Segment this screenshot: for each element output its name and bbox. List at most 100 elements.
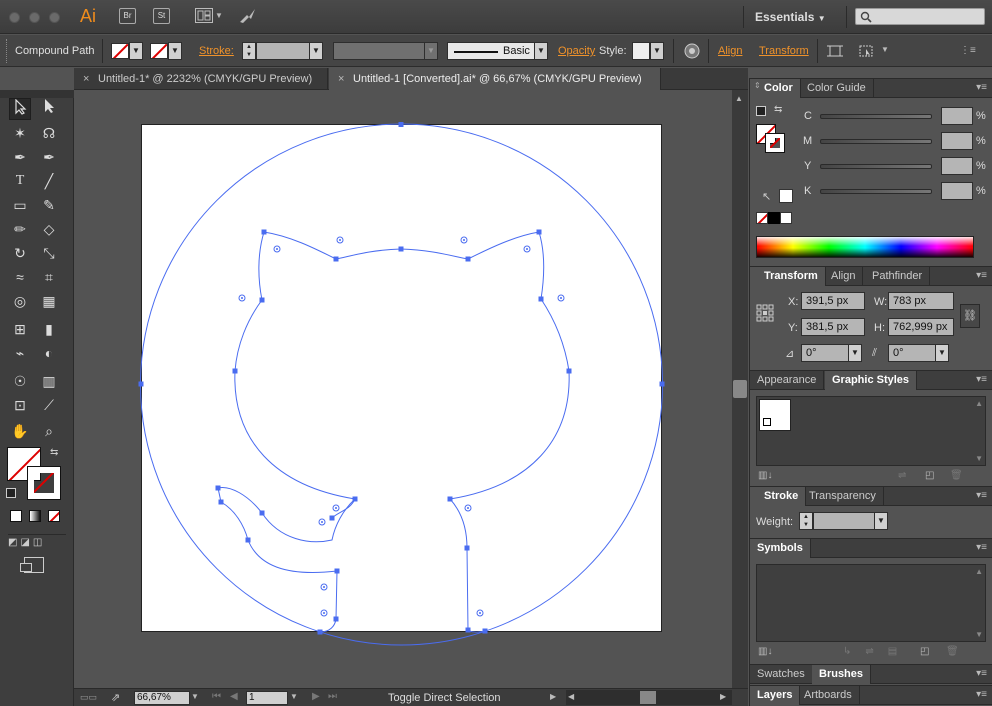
color-spectrum[interactable]: [756, 236, 974, 258]
minimize-window-button[interactable]: [29, 12, 40, 23]
stroke-color-box[interactable]: [27, 466, 61, 500]
blend-tool-icon[interactable]: ◐: [38, 342, 60, 364]
lasso-tool-icon[interactable]: ☊: [38, 122, 60, 144]
white-swatch[interactable]: [780, 212, 792, 224]
status-menu-icon[interactable]: ▶: [550, 692, 556, 701]
tab-artboards[interactable]: Artboards: [797, 686, 860, 705]
stroke-weight-field[interactable]: [256, 42, 310, 60]
shape-builder-tool-icon[interactable]: ◎: [9, 290, 31, 312]
default-fill-stroke-icon[interactable]: [6, 488, 16, 498]
zoom-dropdown-icon[interactable]: ▼: [191, 692, 199, 701]
variable-width-profile[interactable]: [333, 42, 425, 60]
close-icon[interactable]: ×: [338, 68, 344, 90]
break-link-icon[interactable]: ⇌: [898, 470, 906, 481]
y-field[interactable]: 381,5 px: [801, 318, 865, 336]
panel-menu-icon[interactable]: ▾≡: [976, 270, 987, 281]
panel-menu-icon[interactable]: ▾≡: [976, 82, 987, 93]
transform-panel-link[interactable]: Transform: [759, 45, 809, 57]
zoom-field[interactable]: 66,67%: [134, 691, 190, 705]
tab-transform[interactable]: Transform: [750, 267, 826, 286]
cyan-slider[interactable]: [820, 114, 932, 119]
opacity-panel-link[interactable]: Opacity: [558, 45, 595, 57]
mesh-tool-icon[interactable]: ⊞: [9, 318, 31, 340]
panel-menu-icon[interactable]: ▾≡: [976, 668, 987, 679]
column-graph-tool-icon[interactable]: ▥: [38, 370, 60, 392]
color-mode-icon[interactable]: [10, 510, 22, 522]
workspace-switcher[interactable]: Essentials ▼: [755, 10, 826, 24]
yellow-field[interactable]: [941, 157, 973, 175]
selection-tool-icon[interactable]: [9, 98, 31, 120]
rotate-field[interactable]: 0°: [801, 344, 849, 362]
free-transform-tool-icon[interactable]: ⌗: [38, 266, 60, 288]
scroll-thumb[interactable]: [733, 380, 747, 398]
symbol-sprayer-tool-icon[interactable]: ☉: [9, 370, 31, 392]
next-artboard-icon[interactable]: ▶: [312, 691, 320, 702]
black-slider[interactable]: [820, 189, 932, 194]
cyan-field[interactable]: [941, 107, 973, 125]
zoom-window-button[interactable]: [49, 12, 60, 23]
tab-untitled-1-converted[interactable]: × Untitled-1 [Converted].ai* @ 66,67% (C…: [329, 68, 661, 90]
gpu-performance-icon[interactable]: [237, 7, 257, 28]
artboard-dropdown-icon[interactable]: ▼: [290, 692, 298, 701]
panel-menu-icon[interactable]: ▾≡: [976, 374, 987, 385]
draw-mode-icons[interactable]: ◩◪◫: [8, 534, 66, 550]
search-input[interactable]: [855, 8, 985, 25]
variable-width-dropdown[interactable]: ▼: [424, 42, 438, 60]
stroke-dropdown[interactable]: ▼: [168, 42, 182, 60]
graphic-style-swatch[interactable]: [632, 42, 650, 60]
reference-point-icon[interactable]: [756, 304, 774, 325]
close-icon[interactable]: ×: [83, 68, 89, 90]
x-field[interactable]: 391,5 px: [801, 292, 865, 310]
rectangle-tool-icon[interactable]: ▭: [9, 194, 31, 216]
panel-menu-icon[interactable]: ▾≡: [976, 542, 987, 553]
tab-appearance[interactable]: Appearance: [750, 371, 825, 390]
zoom-tool-icon[interactable]: ⌕: [38, 420, 60, 442]
stroke-weight-dropdown[interactable]: ▼: [309, 42, 323, 60]
recolor-artwork-icon[interactable]: [684, 43, 700, 62]
panel-menu-icon[interactable]: ▾≡: [976, 490, 987, 501]
screen-mode-icon[interactable]: [20, 557, 44, 573]
tab-swatches[interactable]: Swatches: [750, 665, 813, 684]
delete-icon[interactable]: 🗑: [950, 470, 963, 481]
hand-tool-icon[interactable]: ✋: [9, 420, 31, 442]
h-field[interactable]: 762,999 px: [888, 318, 954, 336]
none-swatch[interactable]: [756, 212, 768, 224]
artboard-number-field[interactable]: 1: [246, 691, 288, 705]
swap-colors-icon[interactable]: ⇆: [774, 104, 782, 115]
black-swatch[interactable]: [768, 212, 780, 224]
weight-stepper[interactable]: ▲ ▼: [799, 512, 813, 530]
gradient-mode-icon[interactable]: [29, 510, 41, 522]
pencil-tool-icon[interactable]: ✏: [9, 218, 31, 240]
tab-pathfinder[interactable]: Pathfinder: [865, 267, 931, 286]
vertical-scrollbar[interactable]: ▲: [732, 90, 748, 688]
shear-field[interactable]: 0°: [888, 344, 936, 362]
magenta-slider[interactable]: [820, 139, 932, 144]
graphic-styles-library-icon[interactable]: ▥↓: [758, 470, 772, 481]
tab-untitled-1[interactable]: × Untitled-1* @ 2232% (CMYK/GPU Preview): [74, 68, 328, 90]
direct-selection-tool-icon[interactable]: [38, 98, 60, 120]
brush-dropdown[interactable]: ▼: [534, 42, 548, 60]
width-tool-icon[interactable]: ≈: [9, 266, 31, 288]
graphic-styles-list[interactable]: ▲ ▼: [756, 396, 986, 466]
none-mode-icon[interactable]: [48, 510, 60, 522]
eyedropper-tool-icon[interactable]: ⌁: [9, 342, 31, 364]
previous-artboard-icon[interactable]: ◀: [230, 691, 238, 702]
default-colors-icon[interactable]: [756, 106, 766, 116]
default-graphic-style[interactable]: [759, 399, 791, 431]
edit-symbol-icon[interactable]: [858, 43, 876, 62]
magenta-field[interactable]: [941, 132, 973, 150]
graphic-style-dropdown[interactable]: ▼: [650, 42, 664, 60]
pen-tool-icon[interactable]: ✒: [9, 146, 31, 168]
bridge-button[interactable]: Br: [119, 8, 136, 24]
scroll-down-icon[interactable]: ▼: [975, 630, 983, 639]
tab-stroke[interactable]: Stroke: [750, 487, 807, 506]
isolate-selected-icon[interactable]: [827, 43, 843, 62]
swap-fill-stroke-icon[interactable]: ⇆: [50, 447, 58, 458]
tab-symbols[interactable]: Symbols: [750, 539, 811, 558]
horizontal-scrollbar[interactable]: ◀ ▶: [566, 690, 732, 705]
magic-wand-tool-icon[interactable]: ✶: [9, 122, 31, 144]
close-window-button[interactable]: [9, 12, 20, 23]
artboard-tool-icon[interactable]: ⊡: [9, 394, 31, 416]
weight-dropdown[interactable]: ▼: [874, 512, 888, 530]
last-color-swatch[interactable]: [779, 189, 793, 203]
